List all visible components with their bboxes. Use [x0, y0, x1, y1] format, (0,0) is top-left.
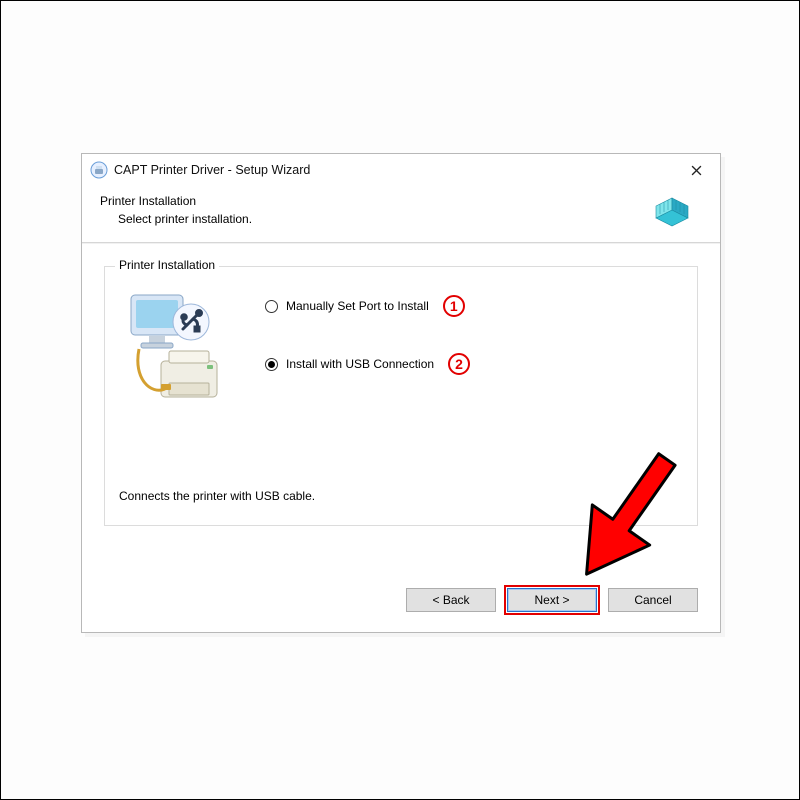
next-button-label: Next >: [534, 593, 569, 607]
header-logo-icon: [652, 188, 700, 236]
header-subtitle: Select printer installation.: [100, 212, 702, 226]
printer-installation-group: Printer Installation: [104, 266, 698, 526]
radio-label-usb: Install with USB Connection: [286, 357, 434, 371]
setup-wizard-dialog: CAPT Printer Driver - Setup Wizard Print…: [81, 153, 721, 633]
header-title: Printer Installation: [100, 194, 702, 208]
wizard-header: Printer Installation Select printer inst…: [82, 186, 720, 242]
annotation-badge-1: 1: [443, 295, 465, 317]
radio-option-usb-connection[interactable]: Install with USB Connection 2: [265, 353, 470, 375]
wizard-footer: < Back Next > Cancel: [82, 572, 720, 628]
next-button[interactable]: Next >: [507, 588, 597, 612]
annotation-badge-2: 2: [448, 353, 470, 375]
app-icon: [90, 161, 108, 179]
close-icon: [691, 165, 702, 176]
wizard-body: Printer Installation: [82, 244, 720, 572]
radio-icon: [265, 300, 278, 313]
window-title: CAPT Printer Driver - Setup Wizard: [114, 163, 310, 177]
annotation-next-highlight: Next >: [504, 585, 600, 615]
close-button[interactable]: [674, 156, 718, 184]
radio-option-manual-port[interactable]: Manually Set Port to Install 1: [265, 295, 465, 317]
back-button[interactable]: < Back: [406, 588, 496, 612]
cancel-button[interactable]: Cancel: [608, 588, 698, 612]
option-description: Connects the printer with USB cable.: [119, 489, 315, 503]
radio-icon: [265, 358, 278, 371]
back-button-label: < Back: [432, 593, 469, 607]
radio-label-manual: Manually Set Port to Install: [286, 299, 429, 313]
cancel-button-label: Cancel: [634, 593, 671, 607]
titlebar: CAPT Printer Driver - Setup Wizard: [82, 154, 720, 186]
usb-printer-illustration-icon: [121, 289, 241, 409]
